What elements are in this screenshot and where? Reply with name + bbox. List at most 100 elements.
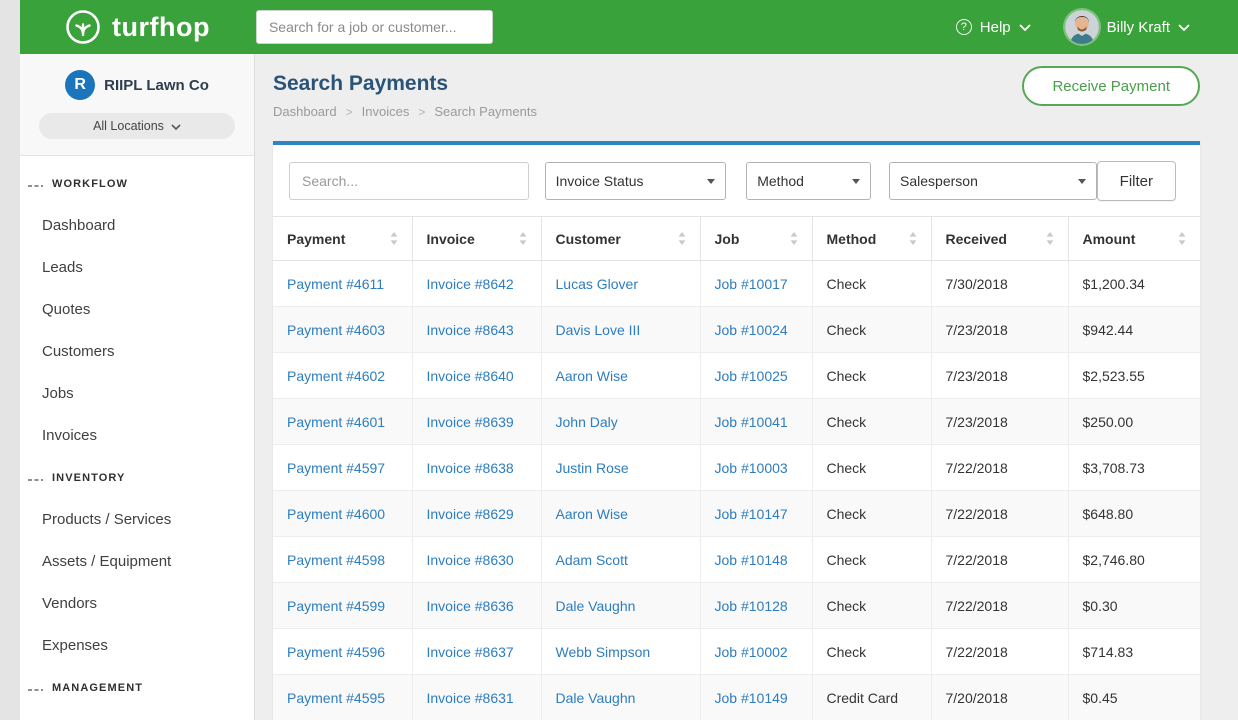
sidebar-item-products-services[interactable]: Products / Services	[20, 498, 254, 540]
table-cell: Job #10003	[700, 445, 812, 491]
invoice-link[interactable]: Invoice #8640	[427, 368, 514, 384]
table-cell: 7/22/2018	[931, 445, 1068, 491]
sidebar-item-assets-equipment[interactable]: Assets / Equipment	[20, 540, 254, 582]
table-cell: $3,708.73	[1068, 445, 1200, 491]
help-menu[interactable]: ? Help	[956, 19, 1031, 36]
amount-cell: $2,746.80	[1083, 552, 1145, 568]
invoice-link[interactable]: Invoice #8629	[427, 506, 514, 522]
payment-link[interactable]: Payment #4603	[287, 322, 385, 338]
table-cell: Job #10149	[700, 675, 812, 720]
customer-link[interactable]: Webb Simpson	[556, 644, 651, 660]
select-arrow-icon	[707, 179, 715, 184]
receive-payment-button[interactable]: Receive Payment	[1022, 66, 1200, 106]
customer-link[interactable]: John Daly	[556, 414, 618, 430]
invoice-link[interactable]: Invoice #8638	[427, 460, 514, 476]
payment-link[interactable]: Payment #4596	[287, 644, 385, 660]
table-cell: $1,200.34	[1068, 261, 1200, 307]
column-header-amount[interactable]: Amount	[1068, 217, 1200, 261]
method-select[interactable]: Method	[746, 162, 871, 200]
job-link[interactable]: Job #10017	[715, 276, 788, 292]
salesperson-select[interactable]: Salesperson	[889, 162, 1097, 200]
column-header-customer[interactable]: Customer	[541, 217, 700, 261]
customer-link[interactable]: Davis Love III	[556, 322, 641, 338]
invoice-status-select[interactable]: Invoice Status	[545, 162, 727, 200]
payment-link[interactable]: Payment #4601	[287, 414, 385, 430]
customer-link[interactable]: Aaron Wise	[556, 368, 628, 384]
brand-name: turfhop	[112, 12, 210, 43]
global-search-input[interactable]	[256, 10, 493, 44]
breadcrumb-invoices[interactable]: Invoices	[362, 104, 410, 119]
job-link[interactable]: Job #10003	[715, 460, 788, 476]
table-cell: Dale Vaughn	[541, 583, 700, 629]
table-search-input[interactable]	[289, 162, 529, 200]
table-cell: Job #10002	[700, 629, 812, 675]
invoice-link[interactable]: Invoice #8636	[427, 598, 514, 614]
sidebar-nav: WORKFLOWDashboardLeadsQuotesCustomersJob…	[20, 156, 254, 720]
sidebar-item-quotes[interactable]: Quotes	[20, 288, 254, 330]
customer-link[interactable]: Justin Rose	[556, 460, 629, 476]
table-row: Payment #4597 Invoice #8638 Justin Rose Job…	[273, 445, 1200, 491]
column-header-invoice[interactable]: Invoice	[412, 217, 541, 261]
breadcrumb-separator: >	[418, 105, 425, 119]
payment-link[interactable]: Payment #4611	[287, 276, 384, 292]
sidebar-item-leads[interactable]: Leads	[20, 246, 254, 288]
table-cell: Dale Vaughn	[541, 675, 700, 720]
column-header-received[interactable]: Received	[931, 217, 1068, 261]
job-link[interactable]: Job #10147	[715, 506, 788, 522]
table-cell: Invoice #8630	[412, 537, 541, 583]
job-link[interactable]: Job #10002	[715, 644, 788, 660]
invoice-link[interactable]: Invoice #8642	[427, 276, 514, 292]
job-link[interactable]: Job #10148	[715, 552, 788, 568]
location-selector[interactable]: All Locations	[39, 113, 235, 139]
table-cell: Payment #4598	[273, 537, 412, 583]
brand-logo[interactable]: turfhop	[64, 8, 210, 46]
job-link[interactable]: Job #10128	[715, 598, 788, 614]
payment-link[interactable]: Payment #4595	[287, 690, 385, 706]
sidebar-item-customers[interactable]: Customers	[20, 330, 254, 372]
sidebar-item-expenses[interactable]: Expenses	[20, 624, 254, 666]
invoice-link[interactable]: Invoice #8637	[427, 644, 514, 660]
customer-link[interactable]: Aaron Wise	[556, 506, 628, 522]
table-cell: $2,523.55	[1068, 353, 1200, 399]
table-header-row: PaymentInvoiceCustomerJobMethodReceivedA…	[273, 217, 1200, 261]
table-row: Payment #4598 Invoice #8630 Adam Scott Job …	[273, 537, 1200, 583]
job-link[interactable]: Job #10024	[715, 322, 788, 338]
invoice-link[interactable]: Invoice #8630	[427, 552, 514, 568]
user-menu[interactable]: Billy Kraft	[1065, 10, 1190, 44]
company-selector[interactable]: R RIIPL Lawn Co	[38, 70, 236, 100]
sidebar-item-dashboard[interactable]: Dashboard	[20, 204, 254, 246]
payment-link[interactable]: Payment #4597	[287, 460, 385, 476]
customer-link[interactable]: Dale Vaughn	[556, 598, 636, 614]
table-cell: Invoice #8639	[412, 399, 541, 445]
table-cell: Payment #4595	[273, 675, 412, 720]
payment-link[interactable]: Payment #4600	[287, 506, 385, 522]
job-link[interactable]: Job #10149	[715, 690, 788, 706]
payment-link[interactable]: Payment #4602	[287, 368, 385, 384]
method-cell: Check	[827, 552, 867, 568]
payment-link[interactable]: Payment #4599	[287, 598, 385, 614]
invoice-link[interactable]: Invoice #8631	[427, 690, 514, 706]
sidebar-item-vendors[interactable]: Vendors	[20, 582, 254, 624]
column-header-job[interactable]: Job	[700, 217, 812, 261]
payment-link[interactable]: Payment #4598	[287, 552, 385, 568]
invoice-link[interactable]: Invoice #8643	[427, 322, 514, 338]
table-row: Payment #4600 Invoice #8629 Aaron Wise Job …	[273, 491, 1200, 537]
table-row: Payment #4611 Invoice #8642 Lucas Glover Jo…	[273, 261, 1200, 307]
filter-button[interactable]: Filter	[1097, 161, 1176, 201]
job-link[interactable]: Job #10041	[715, 414, 788, 430]
sidebar-item-jobs[interactable]: Jobs	[20, 372, 254, 414]
job-link[interactable]: Job #10025	[715, 368, 788, 384]
customer-link[interactable]: Adam Scott	[556, 552, 628, 568]
user-avatar	[1065, 10, 1099, 44]
breadcrumb-dashboard[interactable]: Dashboard	[273, 104, 337, 119]
column-header-method[interactable]: Method	[812, 217, 931, 261]
invoice-link[interactable]: Invoice #8639	[427, 414, 514, 430]
table-cell: Invoice #8643	[412, 307, 541, 353]
table-cell: $648.80	[1068, 491, 1200, 537]
help-icon: ?	[956, 19, 972, 35]
sidebar-item-invoices[interactable]: Invoices	[20, 414, 254, 456]
location-label: All Locations	[93, 119, 164, 133]
column-header-payment[interactable]: Payment	[273, 217, 412, 261]
customer-link[interactable]: Lucas Glover	[556, 276, 638, 292]
customer-link[interactable]: Dale Vaughn	[556, 690, 636, 706]
